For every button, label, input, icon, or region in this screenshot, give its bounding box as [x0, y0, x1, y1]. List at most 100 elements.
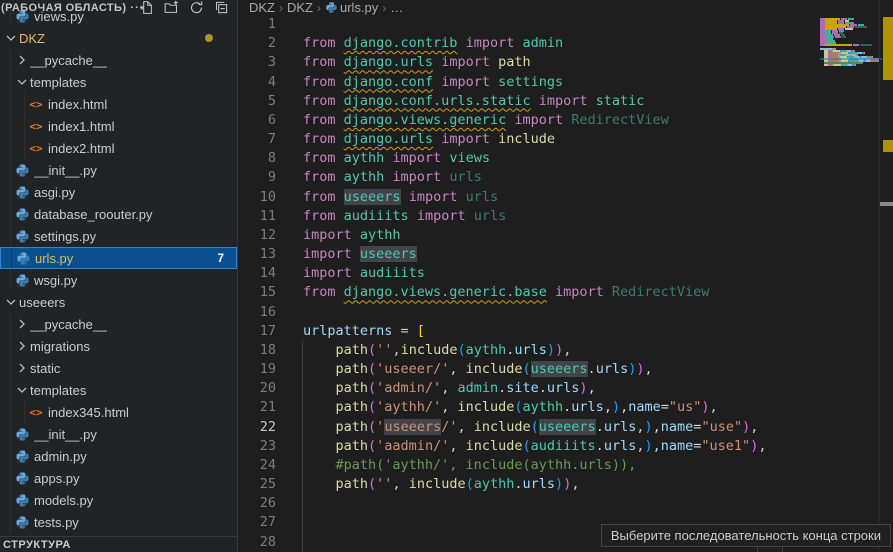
code-line-23[interactable]: 23 path('aadmin/', include(audiiits.urls…: [238, 437, 820, 456]
code-line-14[interactable]: 14import audiiits: [238, 264, 820, 283]
tree-item-static[interactable]: static: [0, 357, 237, 379]
code-line-6[interactable]: 6from django.views.generic import Redire…: [238, 111, 820, 130]
tree-item-admin-py[interactable]: admin.py: [0, 445, 237, 467]
code-line-21[interactable]: 21 path('aythh/', include(aythh.urls,),n…: [238, 398, 820, 417]
code-line-2[interactable]: 2from django.contrib import admin: [238, 34, 820, 53]
tree-item-database-roouter-py[interactable]: database_roouter.py: [0, 203, 237, 225]
explorer-actions: [139, 0, 229, 15]
breadcrumb-item[interactable]: urls.py: [325, 0, 378, 15]
breadcrumb-item[interactable]: DKZ: [287, 0, 313, 15]
code-token: ,: [392, 476, 408, 492]
chevron-down-icon[interactable]: [3, 30, 19, 46]
tree-item-tests-py[interactable]: tests.py: [0, 511, 237, 533]
problems-count-badge: 7: [217, 251, 224, 265]
outline-section-header[interactable]: СТРУКТУРА: [0, 536, 237, 552]
refresh-icon[interactable]: [189, 0, 204, 15]
code-line-3[interactable]: 3from django.urls import path: [238, 53, 820, 72]
breadcrumb-item[interactable]: …: [390, 0, 403, 15]
tree-item-index345-html[interactable]: <>index345.html: [0, 401, 237, 423]
new-file-icon[interactable]: [139, 0, 154, 15]
tree-item-useeers[interactable]: useeers: [0, 291, 237, 313]
code-line-16[interactable]: 16: [238, 303, 820, 322]
code-token: ,: [653, 438, 661, 454]
code-token: aythh: [474, 476, 515, 492]
code-token: ,: [392, 342, 400, 358]
code-token: ,: [449, 438, 465, 454]
code-token: .: [596, 438, 604, 454]
line-number: 1: [238, 15, 276, 34]
line-number: 20: [238, 379, 276, 398]
tree-item-dkz[interactable]: DKZ: [0, 27, 237, 49]
code-line-17[interactable]: 17urlpatterns = [: [238, 322, 820, 341]
tree-item-index2-html[interactable]: <>index2.html: [0, 137, 237, 159]
code-line-19[interactable]: 19 path('useeer/', include(useeers.urls)…: [238, 360, 820, 379]
code-line-22[interactable]: 22 path('useeers/', include(useeers.urls…: [238, 418, 820, 437]
code-token: include: [498, 131, 555, 147]
chevron-down-icon[interactable]: [14, 382, 30, 398]
chevron-right-icon[interactable]: [14, 52, 30, 68]
line-number: 13: [238, 245, 276, 264]
chevron-right-icon[interactable]: [14, 338, 30, 354]
minimap[interactable]: [820, 16, 882, 72]
tree-item-wsgi-py[interactable]: wsgi.py: [0, 269, 237, 291]
code-line-8[interactable]: 8from aythh import views: [238, 149, 820, 168]
tree-item-migrations[interactable]: migrations: [0, 335, 237, 357]
line-number: 9: [238, 168, 276, 187]
tree-item--init-py[interactable]: __init__.py: [0, 159, 237, 181]
chevron-down-icon[interactable]: [3, 294, 19, 310]
code-line-11[interactable]: 11from audiiits import urls: [238, 207, 820, 226]
code-line-1[interactable]: 1: [238, 15, 820, 34]
line-number: 26: [238, 494, 276, 513]
code-token: import: [441, 131, 490, 147]
tree-item-templates[interactable]: templates: [0, 71, 237, 93]
new-folder-icon[interactable]: [164, 0, 179, 15]
code-token: [514, 35, 522, 51]
code-line-5[interactable]: 5from django.conf.urls.static import sta…: [238, 92, 820, 111]
chevron-down-icon[interactable]: [14, 74, 30, 90]
code-token: urls: [449, 169, 482, 185]
tree-item-index1-html[interactable]: <>index1.html: [0, 115, 237, 137]
code-area[interactable]: 12from django.contrib import admin3from …: [238, 15, 820, 552]
chevron-right-icon[interactable]: [14, 316, 30, 332]
code-line-4[interactable]: 4from django.conf import settings: [238, 73, 820, 92]
code-line-18[interactable]: 18 path('',include(aythh.urls)),: [238, 341, 820, 360]
code-token: urls: [604, 438, 637, 454]
tree-indent-guide: [10, 49, 11, 71]
tree-indent-guide: [10, 379, 11, 401]
tree-item-templates[interactable]: templates: [0, 379, 237, 401]
code-line-25[interactable]: 25 path('', include(aythh.urls)),: [238, 475, 820, 494]
tree-indent-guide: [10, 137, 11, 159]
code-token: ,: [653, 419, 661, 435]
code-token: import: [539, 93, 588, 109]
tree-indent-guide: [24, 93, 25, 115]
collapse-folders-icon[interactable]: [214, 0, 229, 15]
code-token: ,: [620, 399, 628, 415]
tree-item--pycache-[interactable]: __pycache__: [0, 313, 237, 335]
code-line-7[interactable]: 7from django.urls import include: [238, 130, 820, 149]
chevron-right-icon[interactable]: [14, 360, 30, 376]
code-line-9[interactable]: 9from aythh import urls: [238, 168, 820, 187]
code-line-10[interactable]: 10from useeers import urls: [238, 188, 820, 207]
code-line-20[interactable]: 20 path('admin/', admin.site.urls),: [238, 379, 820, 398]
python-file-icon: [15, 250, 31, 266]
tree-item-models-py[interactable]: models.py: [0, 489, 237, 511]
tree-item-apps-py[interactable]: apps.py: [0, 467, 237, 489]
code-line-24[interactable]: 24 #path('aythh/', include(aythh.urls)),: [238, 456, 820, 475]
tree-item--pycache-[interactable]: __pycache__: [0, 49, 237, 71]
tree-item--init-py[interactable]: __init__.py: [0, 423, 237, 445]
overview-ruler[interactable]: [879, 0, 893, 552]
code-token: name: [628, 399, 661, 415]
code-line-12[interactable]: 12import aythh: [238, 226, 820, 245]
html-file-icon: <>: [28, 118, 44, 134]
code-line-15[interactable]: 15from django.views.generic.base import …: [238, 283, 820, 302]
tree-item-settings-py[interactable]: settings.py: [0, 225, 237, 247]
breadcrumb-item[interactable]: DKZ: [249, 0, 275, 15]
code-token: [457, 35, 465, 51]
code-token: import: [417, 208, 466, 224]
code-line-13[interactable]: 13import useeers: [238, 245, 820, 264]
tree-item-urls-py[interactable]: urls.py7: [0, 247, 237, 269]
tree-item-asgi-py[interactable]: asgi.py: [0, 181, 237, 203]
tree-item-index-html[interactable]: <>index.html: [0, 93, 237, 115]
code-line-26[interactable]: 26: [238, 494, 820, 513]
code-token: [457, 189, 465, 205]
